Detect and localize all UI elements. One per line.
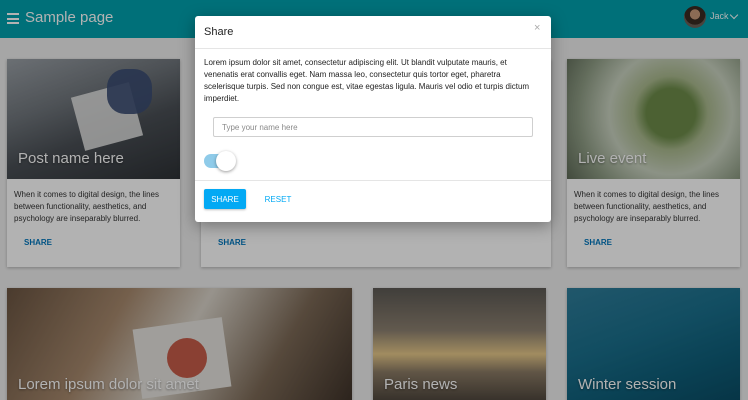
share-button[interactable]: SHARE xyxy=(204,189,246,209)
close-icon[interactable]: × xyxy=(534,22,540,34)
reset-button[interactable]: RESET xyxy=(257,189,299,209)
divider xyxy=(195,180,551,181)
dialog-title: Share xyxy=(204,26,234,38)
dialog-body-text: Lorem ipsum dolor sit amet, consectetur … xyxy=(204,58,530,103)
name-input[interactable] xyxy=(213,117,533,137)
toggle-knob xyxy=(216,151,236,171)
share-dialog: Share × Lorem ipsum dolor sit amet, cons… xyxy=(195,16,551,222)
share-toggle[interactable] xyxy=(204,151,236,171)
divider xyxy=(195,48,551,49)
